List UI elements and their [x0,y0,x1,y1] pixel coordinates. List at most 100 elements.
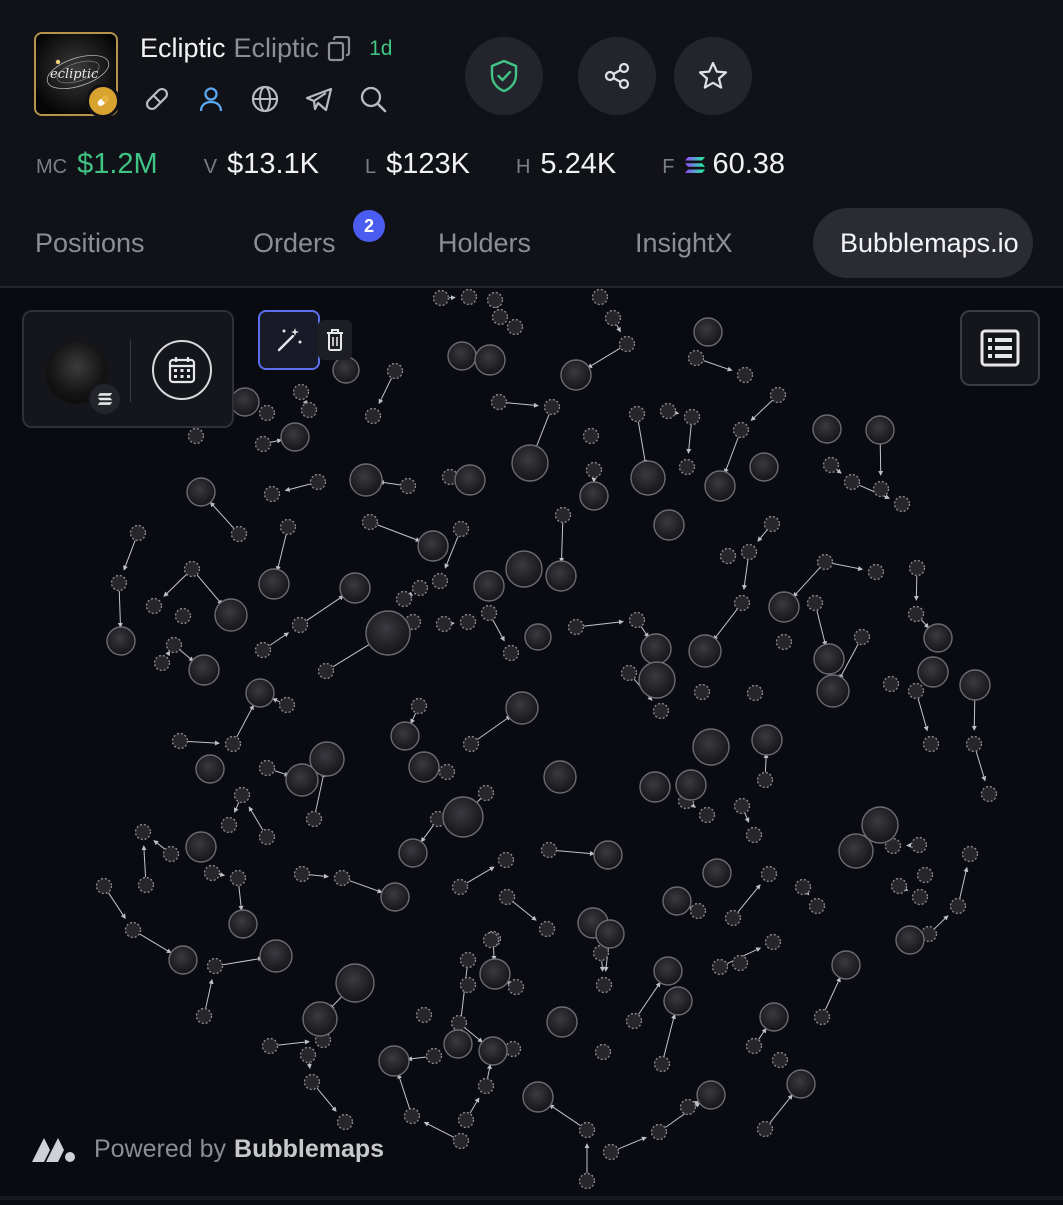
holder-bubble[interactable] [580,482,608,510]
holder-bubble-small[interactable] [484,933,499,948]
holder-bubble-small[interactable] [765,517,780,532]
holder-bubble-small[interactable] [691,904,706,919]
holder-bubble[interactable] [817,675,849,707]
holder-bubble[interactable] [479,1037,507,1065]
copy-icon[interactable] [327,36,351,62]
holder-bubble-small[interactable] [580,1123,595,1138]
magic-wand-button[interactable] [258,310,320,370]
holder-bubble-small[interactable] [593,290,608,305]
holder-bubble-small[interactable] [689,351,704,366]
holder-bubble[interactable] [694,318,722,346]
holder-bubble-small[interactable] [293,618,308,633]
holder-bubble-small[interactable] [417,1008,432,1023]
holder-bubble[interactable] [350,464,382,496]
holder-bubble-small[interactable] [440,765,455,780]
holder-bubble-small[interactable] [913,890,928,905]
holder-bubble-small[interactable] [459,1113,474,1128]
holder-bubble-small[interactable] [319,664,334,679]
holder-bubble-small[interactable] [263,1039,278,1054]
holder-bubble-small[interactable] [488,293,503,308]
holder-bubble-small[interactable] [721,549,736,564]
holder-bubble-small[interactable] [363,515,378,530]
holder-bubble[interactable] [813,415,841,443]
holder-bubble-small[interactable] [437,617,452,632]
holder-bubble-small[interactable] [810,899,825,914]
holder-bubble-small[interactable] [434,291,449,306]
holder-bubble[interactable] [189,655,219,685]
holder-bubble-small[interactable] [256,437,271,452]
holder-bubble[interactable] [697,1081,725,1109]
powered-by-footer[interactable]: Powered by Bubblemaps [30,1134,384,1164]
holder-bubble[interactable] [787,1070,815,1098]
holder-bubble-small[interactable] [164,847,179,862]
holder-bubble[interactable] [546,561,576,591]
holder-bubble[interactable] [281,423,309,451]
holder-bubble-small[interactable] [500,890,515,905]
holder-bubble-small[interactable] [815,1010,830,1025]
holder-bubble-small[interactable] [604,1145,619,1160]
holder-bubble-small[interactable] [479,1079,494,1094]
holder-bubble-small[interactable] [661,404,676,419]
holder-bubble-small[interactable] [482,606,497,621]
holder-bubble-small[interactable] [493,310,508,325]
holder-bubble[interactable] [448,342,476,370]
holder-bubble-small[interactable] [982,787,997,802]
holder-bubble-small[interactable] [681,1100,696,1115]
holder-bubble-small[interactable] [126,923,141,938]
holder-bubble[interactable] [640,772,670,802]
holder-bubble-small[interactable] [556,508,571,523]
holder-bubble-small[interactable] [302,403,317,418]
holder-bubble-small[interactable] [569,620,584,635]
holder-bubble[interactable] [418,531,448,561]
holder-bubble-small[interactable] [796,880,811,895]
holder-bubble-small[interactable] [951,899,966,914]
holder-bubble[interactable] [474,571,504,601]
time-travel-button[interactable] [152,340,212,400]
holder-bubble-small[interactable] [499,853,514,868]
holder-bubble[interactable] [444,1030,472,1058]
holder-bubble[interactable] [814,644,844,674]
holder-bubble-small[interactable] [281,520,296,535]
holder-bubble-small[interactable] [311,475,326,490]
holder-bubble-small[interactable] [305,1075,320,1090]
holder-bubble-small[interactable] [155,656,170,671]
holder-bubble[interactable] [506,551,542,587]
holder-bubble-small[interactable] [260,761,275,776]
holder-bubble-small[interactable] [773,1053,788,1068]
holder-bubble-small[interactable] [462,290,477,305]
holder-bubble-small[interactable] [208,959,223,974]
holder-bubble-small[interactable] [652,1125,667,1140]
holder-bubble[interactable] [896,926,924,954]
holder-bubble-small[interactable] [747,1039,762,1054]
holder-bubble[interactable] [215,599,247,631]
holder-bubble[interactable] [107,627,135,655]
holder-bubble[interactable] [480,959,510,989]
holder-bubble[interactable] [187,478,215,506]
holder-bubble-small[interactable] [433,574,448,589]
holder-bubble-small[interactable] [397,592,412,607]
holder-bubble-small[interactable] [167,638,182,653]
holder-bubble-small[interactable] [580,1174,595,1189]
holder-bubble[interactable] [196,755,224,783]
holder-bubble-small[interactable] [967,737,982,752]
holder-bubble[interactable] [596,920,624,948]
holder-bubble-small[interactable] [301,1048,316,1063]
holder-bubble-small[interactable] [771,388,786,403]
holder-bubble[interactable] [525,624,551,650]
security-check-button[interactable] [465,37,543,115]
holder-bubble[interactable] [641,634,671,664]
holder-bubble-small[interactable] [506,1042,521,1057]
holder-bubble[interactable] [399,839,427,867]
holder-bubble-small[interactable] [685,410,700,425]
holder-bubble-small[interactable] [735,596,750,611]
holder-bubble-small[interactable] [738,368,753,383]
holder-bubble-small[interactable] [256,643,271,658]
holder-bubble-small[interactable] [695,685,710,700]
holder-bubble-small[interactable] [226,737,241,752]
holder-bubble-small[interactable] [622,666,637,681]
holder-bubble[interactable] [561,360,591,390]
pill-icon[interactable] [140,82,174,116]
holder-bubble[interactable] [924,624,952,652]
clear-button[interactable] [318,320,352,360]
holder-bubble-small[interactable] [405,1109,420,1124]
